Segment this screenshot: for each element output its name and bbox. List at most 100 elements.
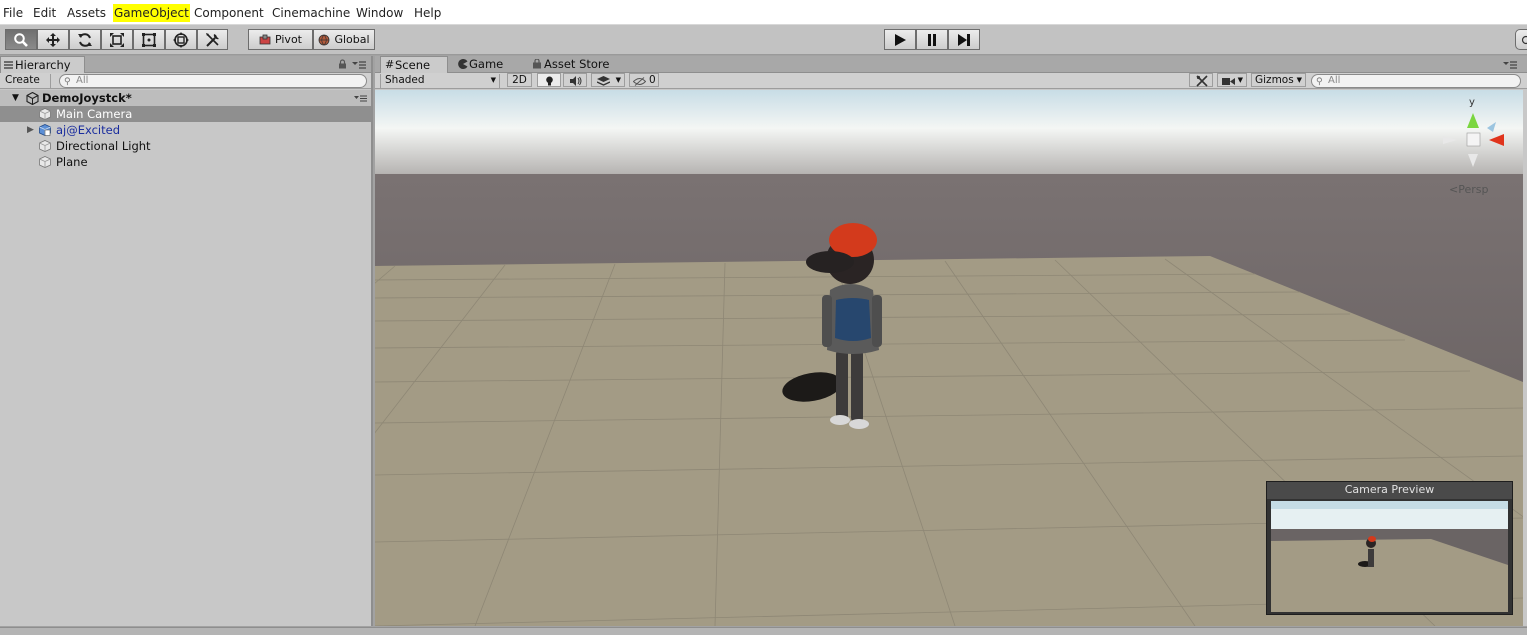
menu-assets[interactable]: Assets: [66, 4, 107, 22]
transform-tool-icon: [173, 31, 189, 48]
gameobject-cube-icon: [39, 156, 51, 168]
search-icon: ⚲: [64, 77, 71, 87]
unity-scene-icon: [26, 92, 39, 105]
play-icon: [895, 33, 906, 46]
hidden-objects-toggle[interactable]: 0: [629, 73, 659, 87]
menu-window[interactable]: Window: [355, 4, 404, 22]
pause-button[interactable]: [916, 29, 948, 50]
pause-icon: [928, 33, 936, 46]
expand-arrow-icon: ▶: [27, 125, 34, 135]
shading-mode-dropdown[interactable]: Shaded ▼: [380, 74, 500, 88]
tab-hierarchy-label: Hierarchy: [15, 58, 71, 72]
dropdown-arrow-icon: ▼: [1296, 76, 1302, 84]
bottom-dock: [0, 627, 1527, 635]
gameobject-cube-icon: [39, 140, 51, 152]
hierarchy-item-label: Plane: [56, 155, 88, 169]
scene-tabbar: # Scene Game Asset Store: [375, 56, 1527, 73]
prefab-cube-icon: [39, 124, 51, 136]
tab-hierarchy[interactable]: Hierarchy: [0, 56, 85, 73]
scene-row[interactable]: ▼ DemoJoystck*: [0, 90, 371, 106]
lighting-toggle[interactable]: [537, 73, 561, 87]
menu-component[interactable]: Component: [193, 4, 265, 22]
effects-dropdown[interactable]: ▼: [591, 73, 625, 87]
pivot-icon: [259, 34, 271, 44]
step-button[interactable]: [948, 29, 980, 50]
scene-name: DemoJoystck*: [42, 91, 132, 105]
hierarchy-item-label: Main Camera: [56, 107, 133, 121]
pivot-label: Pivot: [274, 33, 302, 46]
grid-icon: #: [385, 58, 395, 71]
hidden-count: 0: [649, 74, 656, 86]
hierarchy-item-aj-excited[interactable]: ▶ aj@Excited: [0, 122, 371, 138]
audio-toggle[interactable]: [563, 73, 587, 87]
panel-menu-icon[interactable]: [1503, 61, 1517, 69]
pacman-icon: [458, 59, 468, 69]
main-toolbar: Pivot Global: [0, 25, 1527, 55]
dropdown-arrow-icon: ▼: [615, 76, 621, 84]
hierarchy-item-label: aj@Excited: [56, 123, 121, 137]
pivot-toggle[interactable]: Pivot: [248, 29, 313, 50]
move-tool-icon: [46, 32, 60, 47]
dropdown-arrow-icon: ▼: [490, 76, 496, 84]
custom-tool-button[interactable]: [197, 29, 228, 50]
cloud-icon: [1521, 35, 1527, 44]
scale-tool-icon: [110, 32, 124, 47]
list-icon: [4, 61, 13, 69]
hierarchy-item-label: Directional Light: [56, 139, 151, 153]
move-tool-button[interactable]: [37, 29, 69, 50]
camera-preview-title: Camera Preview: [1267, 482, 1512, 499]
gizmos-label: Gizmos: [1255, 74, 1294, 86]
transform-tool-button[interactable]: [165, 29, 197, 50]
dropdown-arrow-icon: ▼: [1237, 76, 1243, 84]
tab-asset-store-label: Asset Store: [544, 57, 610, 71]
camera-settings-dropdown[interactable]: ▼: [1217, 73, 1247, 87]
menu-cinemachine[interactable]: Cinemachine: [271, 4, 351, 22]
global-toggle[interactable]: Global: [313, 29, 375, 50]
tab-scene[interactable]: # Scene: [380, 56, 448, 73]
menu-gameobject[interactable]: GameObject: [113, 4, 190, 22]
custom-tool-icon: [205, 32, 219, 47]
menu-help[interactable]: Help: [413, 4, 442, 22]
tab-asset-store[interactable]: Asset Store: [530, 56, 625, 73]
rotate-tool-icon: [78, 32, 92, 47]
hand-tool-button[interactable]: [5, 29, 37, 50]
rect-tool-icon: [142, 32, 156, 47]
projection-toggle[interactable]: <Persp: [1449, 183, 1488, 196]
rect-tool-button[interactable]: [133, 29, 165, 50]
globe-icon: [319, 34, 330, 45]
search-icon: ⚲: [1316, 77, 1323, 87]
expand-arrow-icon: ▼: [12, 93, 19, 103]
gizmos-dropdown[interactable]: Gizmos ▼: [1251, 73, 1306, 87]
projection-label: Persp: [1458, 183, 1489, 196]
scene-control-bar: Shaded ▼ 2D ▼ 0 ▼ Gizmos ▼ ⚲ All: [375, 73, 1527, 89]
collab-button[interactable]: [1515, 29, 1527, 50]
create-label: Create: [5, 74, 40, 86]
step-icon: [958, 33, 970, 46]
layers-icon: [597, 76, 610, 86]
gizmo-y-label: y: [1469, 97, 1475, 108]
panel-menu-icon[interactable]: [352, 61, 366, 69]
hierarchy-search-input[interactable]: ⚲ All: [59, 74, 367, 88]
play-button[interactable]: [884, 29, 916, 50]
hierarchy-subbar: Create ▼ ⚲ All: [0, 73, 371, 98]
create-dropdown[interactable]: Create ▼: [1, 74, 51, 98]
2d-toggle[interactable]: 2D: [507, 73, 532, 87]
scene-search-input[interactable]: ⚲ All: [1311, 74, 1521, 88]
rotate-tool-button[interactable]: [69, 29, 101, 50]
tab-game[interactable]: Game: [455, 56, 521, 73]
hierarchy-item-directional-light[interactable]: Directional Light: [0, 138, 371, 154]
gameobject-cube-icon: [39, 108, 51, 120]
scene-tools-toggle[interactable]: [1189, 73, 1213, 87]
global-label: Global: [334, 33, 370, 46]
hierarchy-tabbar: Hierarchy: [0, 56, 371, 73]
hierarchy-item-main-camera[interactable]: Main Camera: [0, 106, 371, 122]
menu-edit[interactable]: Edit: [32, 4, 57, 22]
menu-file[interactable]: File: [2, 4, 24, 22]
lock-icon[interactable]: [338, 59, 347, 69]
persp-icon: <: [1449, 183, 1459, 196]
hierarchy-item-plane[interactable]: Plane: [0, 154, 371, 170]
scale-tool-button[interactable]: [101, 29, 133, 50]
2d-label: 2D: [512, 74, 527, 86]
scene-menu-icon[interactable]: [354, 95, 367, 102]
lightbulb-icon: [546, 76, 553, 86]
